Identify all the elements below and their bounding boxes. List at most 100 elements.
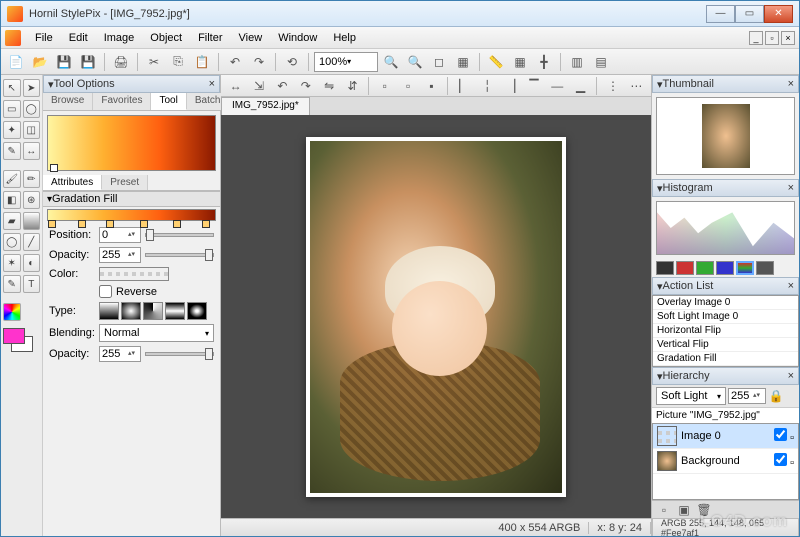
layer-opacity-input[interactable]: 255▴▾	[728, 388, 766, 404]
gradient-stops[interactable]	[47, 209, 216, 221]
tab-tool[interactable]: Tool	[151, 93, 186, 110]
layer-lock-icon[interactable]: ▫	[790, 432, 794, 444]
copy-icon[interactable]: ⎘	[167, 51, 189, 73]
cut-icon[interactable]: ✂	[143, 51, 165, 73]
minimize-button[interactable]: —	[706, 5, 735, 23]
align-middle-icon[interactable]: —	[547, 75, 568, 97]
move-canvas-icon[interactable]: ↔	[225, 75, 246, 97]
clone-icon[interactable]: ⊛	[23, 191, 41, 209]
zoom-in-icon[interactable]: 🔍	[380, 51, 402, 73]
menu-view[interactable]: View	[231, 32, 271, 44]
menu-image[interactable]: Image	[96, 32, 143, 44]
panel-close-icon[interactable]: ×	[788, 182, 794, 194]
panel-close-icon[interactable]: ×	[788, 78, 794, 90]
action-item[interactable]: Horizontal Flip	[653, 324, 798, 338]
layer-item[interactable]: Image 0 ▫	[653, 424, 798, 449]
new-file-icon[interactable]: 📄	[5, 51, 27, 73]
blending-select[interactable]: Normal▾	[99, 324, 214, 342]
action-item[interactable]: Overlay Image 0	[653, 296, 798, 310]
layer-visible-checkbox[interactable]	[774, 428, 787, 441]
opacity2-input[interactable]: 255▴▾	[99, 346, 141, 362]
fit-screen-icon[interactable]: ◻	[428, 51, 450, 73]
tab-attributes[interactable]: Attributes	[43, 175, 102, 190]
lasso-icon[interactable]: ◯	[23, 100, 41, 118]
print-icon[interactable]: 🖨	[110, 51, 132, 73]
resize-canvas-icon[interactable]: ⇲	[248, 75, 269, 97]
shape-icon[interactable]: ◯	[3, 233, 21, 251]
gradient-preview[interactable]	[47, 115, 216, 171]
history-icon[interactable]: ⟲	[281, 51, 303, 73]
layer-new-icon[interactable]: ▫	[374, 75, 395, 97]
gradient-reflected-icon[interactable]	[165, 302, 185, 320]
align-left-icon[interactable]: ▏	[453, 75, 474, 97]
gradient-radial-icon[interactable]	[121, 302, 141, 320]
maximize-button[interactable]: ▭	[735, 5, 764, 23]
wand-icon[interactable]: ✦	[3, 121, 21, 139]
histo-green-icon[interactable]	[696, 261, 714, 275]
open-file-icon[interactable]: 📂	[29, 51, 51, 73]
histo-combined-icon[interactable]	[736, 261, 754, 275]
fill-icon[interactable]: ▰	[3, 212, 21, 230]
layer-item[interactable]: Background ▫	[653, 449, 798, 474]
action-list-items[interactable]: Overlay Image 0 Soft Light Image 0 Horiz…	[652, 295, 799, 367]
distribute-h-icon[interactable]: ⋮	[602, 75, 623, 97]
color-swatch-strip[interactable]	[99, 267, 169, 281]
panels-icon[interactable]: ▤	[590, 51, 612, 73]
pointer-tool-icon[interactable]: ➤	[23, 79, 41, 97]
crop-icon[interactable]: ◫	[23, 121, 41, 139]
zoom-input[interactable]: 100%▾	[314, 52, 378, 72]
opacity-slider[interactable]	[145, 253, 214, 257]
align-right-icon[interactable]: ▕	[500, 75, 521, 97]
save-as-icon[interactable]: 💾	[77, 51, 99, 73]
flip-v-icon[interactable]: ⇵	[342, 75, 363, 97]
align-top-icon[interactable]: ▔	[523, 75, 544, 97]
foreground-color[interactable]	[3, 328, 25, 344]
grid-icon[interactable]: ▦	[509, 51, 531, 73]
menu-window[interactable]: Window	[270, 32, 325, 44]
mdi-minimize-button[interactable]: _	[749, 31, 763, 45]
align-bottom-icon[interactable]: ▁	[570, 75, 591, 97]
tab-preset[interactable]: Preset	[102, 175, 148, 190]
menu-object[interactable]: Object	[142, 32, 190, 44]
opacity2-slider[interactable]	[145, 352, 214, 356]
brush-icon[interactable]: 🖌	[3, 170, 21, 188]
blend-mode-select[interactable]: Soft Light▾	[656, 387, 726, 405]
histo-blue-icon[interactable]	[716, 261, 734, 275]
action-item[interactable]: Soft Light Image 0	[653, 310, 798, 324]
layer-lock-icon[interactable]: ▫	[790, 457, 794, 469]
move-tool-icon[interactable]: ↖	[3, 79, 21, 97]
flip-h-icon[interactable]: ⇋	[318, 75, 339, 97]
menu-help[interactable]: Help	[325, 32, 364, 44]
gradient-diamond-icon[interactable]	[187, 302, 207, 320]
menu-filter[interactable]: Filter	[190, 32, 230, 44]
new-group-icon[interactable]: ▣	[676, 503, 692, 517]
rect-select-icon[interactable]: ▭	[3, 100, 21, 118]
spray-icon[interactable]: ✶	[3, 254, 21, 272]
thumbnail-preview[interactable]	[656, 97, 795, 175]
histo-red-icon[interactable]	[676, 261, 694, 275]
color-wheel-icon[interactable]	[3, 303, 21, 321]
layer-del-icon[interactable]: ▪	[421, 75, 442, 97]
mdi-close-button[interactable]: ×	[781, 31, 795, 45]
action-item[interactable]: Vertical Flip	[653, 338, 798, 352]
panel-close-icon[interactable]: ×	[788, 280, 794, 292]
close-button[interactable]: ✕	[764, 5, 793, 23]
color-swatch[interactable]	[3, 328, 40, 352]
undo-icon[interactable]: ↶	[224, 51, 246, 73]
eyedropper-icon[interactable]: ✎	[3, 142, 21, 160]
eraser-icon[interactable]: ◧	[3, 191, 21, 209]
document-tab[interactable]: IMG_7952.jpg*	[221, 97, 310, 115]
align-center-icon[interactable]: ╎	[477, 75, 498, 97]
redo-icon[interactable]: ↷	[248, 51, 270, 73]
gradient-linear-icon[interactable]	[99, 302, 119, 320]
gradient-angle-icon[interactable]	[143, 302, 163, 320]
gradient-icon[interactable]	[23, 212, 41, 230]
opacity-input[interactable]: 255▴▾	[99, 247, 141, 263]
zoom-out-icon[interactable]: 🔍	[404, 51, 426, 73]
position-input[interactable]: 0▴▾	[99, 227, 141, 243]
layer-dup-icon[interactable]: ▫	[397, 75, 418, 97]
rotate-left-icon[interactable]: ↶	[272, 75, 293, 97]
panel-close-icon[interactable]: ×	[788, 370, 794, 382]
new-layer-icon[interactable]: ▫	[656, 503, 672, 517]
canvas-area[interactable]	[221, 115, 651, 518]
